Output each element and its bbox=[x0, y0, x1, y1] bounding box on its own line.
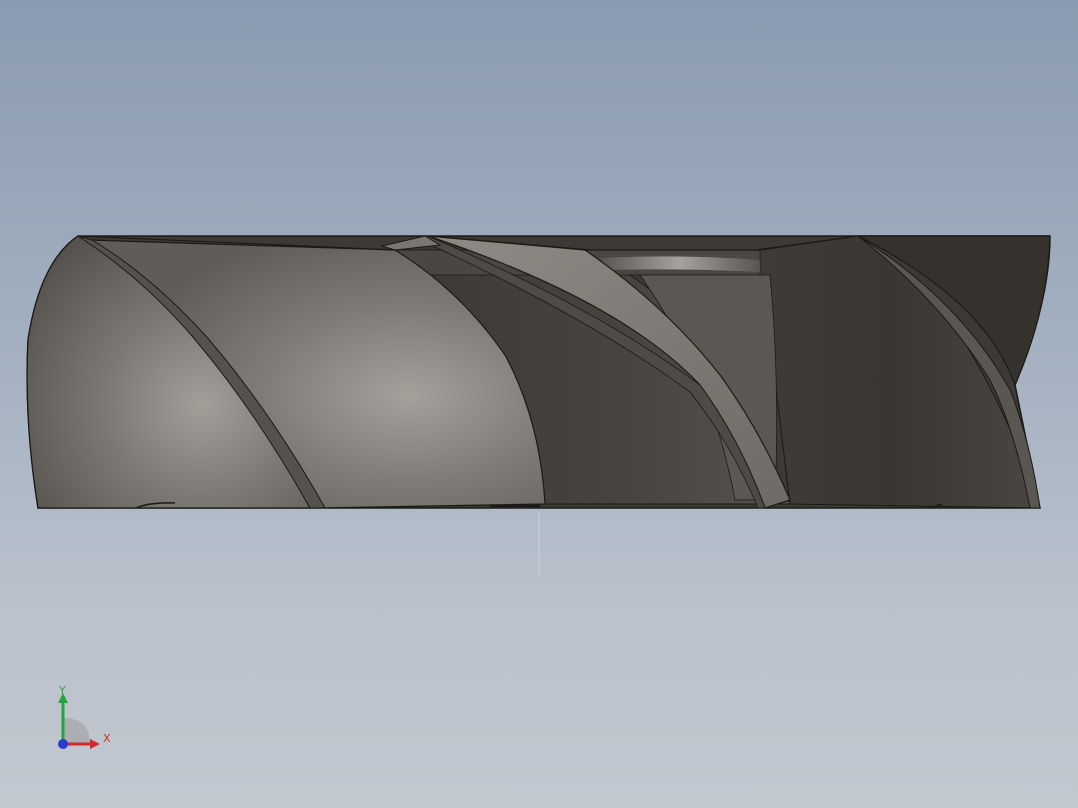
triad-x-arrowhead bbox=[90, 739, 100, 749]
3d-model[interactable] bbox=[0, 0, 1078, 808]
view-orientation-triad[interactable]: Y X bbox=[50, 684, 120, 754]
axis-x-label: X bbox=[103, 732, 111, 745]
triad-xy-plane bbox=[63, 718, 90, 744]
axis-y-label: Y bbox=[59, 684, 66, 697]
3d-viewport[interactable]: Y X bbox=[0, 0, 1078, 808]
triad-z-axis-dot bbox=[58, 739, 68, 749]
